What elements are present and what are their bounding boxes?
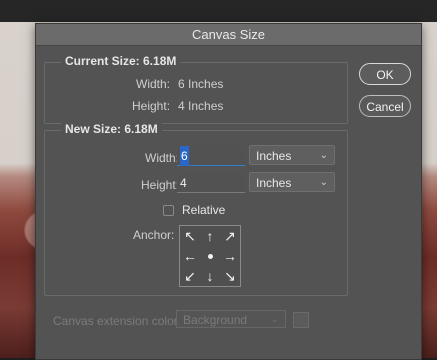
anchor-se-arrow-icon[interactable]: ↘ [220,266,240,286]
height-input-value: 4 [180,176,187,190]
chevron-down-icon: ⌄ [270,314,279,325]
relative-label: Relative [182,203,226,217]
canvas-extension-color-label: Canvas extension color: [53,314,182,328]
relative-row[interactable]: Relative [163,203,225,217]
new-size-title: New Size: 6.18M [61,122,162,136]
relative-checkbox[interactable] [163,204,174,216]
anchor-e-arrow-icon[interactable]: → [220,246,240,266]
current-size-group: Current Size: 6.18M Width: 6 Inches Heig… [44,54,348,124]
width-input[interactable]: 6 [177,146,245,166]
canvas-extension-color-select[interactable]: Background ⌄ [176,310,286,328]
chevron-down-icon: ⌄ [319,150,328,161]
anchor-n-arrow-icon[interactable]: ↑ [200,226,220,246]
width-unit-select[interactable]: Inches ⌄ [249,145,335,165]
canvas-extension-color-value: Background [183,313,248,327]
width-unit-value: Inches [256,149,292,163]
cancel-button[interactable]: Cancel [359,95,411,117]
new-height-label: Height: [141,178,180,192]
dialog-title: Canvas Size [36,24,421,46]
current-width-row: Width: 6 Inches [136,77,223,91]
current-height-label: Height: [132,99,171,113]
anchor-label: Anchor: [133,228,175,242]
width-input-value: 6 [180,146,189,166]
anchor-nw-arrow-icon[interactable]: ↖ [180,226,200,246]
current-width-value: 6 Inches [178,77,224,91]
current-height-row: Height: 4 Inches [132,99,223,113]
anchor-w-arrow-icon[interactable]: ← [180,246,200,266]
canvas-extension-color-swatch[interactable] [293,312,309,328]
center-dot-icon [207,253,213,259]
height-unit-value: Inches [256,176,292,190]
current-size-title: Current Size: 6.18M [61,54,181,68]
anchor-grid[interactable]: ↖ ↑ ↗ ← → ↙ ↓ ↘ [179,225,241,287]
new-size-group: New Size: 6.18M Width: 6 Inches ⌄ Height… [44,122,348,296]
ok-button[interactable]: OK [359,63,411,85]
anchor-ne-arrow-icon[interactable]: ↗ [220,226,240,246]
anchor-s-arrow-icon[interactable]: ↓ [200,266,220,286]
height-input[interactable]: 4 [177,173,245,193]
new-width-label: Width: [145,151,180,165]
anchor-sw-arrow-icon[interactable]: ↙ [180,266,200,286]
height-unit-select[interactable]: Inches ⌄ [249,172,335,192]
current-width-label: Width: [136,77,171,91]
app-menubar-background [0,0,437,22]
chevron-down-icon: ⌄ [319,177,328,188]
current-height-value: 4 Inches [178,99,224,113]
anchor-center-dot-icon[interactable] [200,246,220,266]
canvas-size-dialog: Canvas Size Current Size: 6.18M Width: 6… [35,23,422,360]
